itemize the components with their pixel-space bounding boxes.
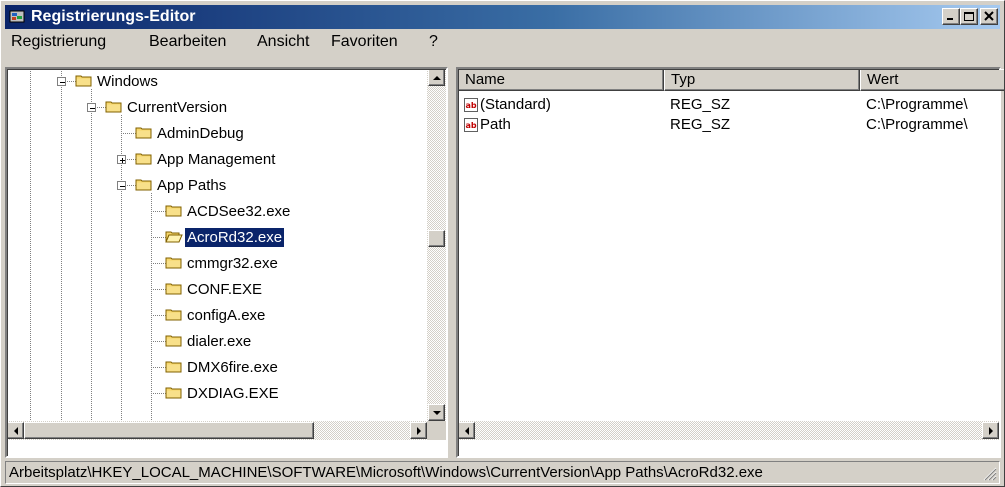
tree-vertical-scrollbar[interactable]	[427, 69, 446, 421]
string-value-icon: ab	[464, 98, 478, 112]
list-item[interactable]: ab Path REG_SZ C:\Programme\	[458, 115, 998, 135]
value-name: (Standard)	[480, 96, 551, 113]
tree-node-label: App Paths	[157, 177, 227, 194]
tree-node[interactable]: AdminDebug	[7, 121, 427, 147]
tree-node[interactable]: App Management	[7, 147, 427, 173]
tree-node[interactable]: Windows	[7, 69, 427, 95]
folder-icon	[135, 179, 152, 191]
folder-icon	[165, 205, 182, 217]
collapse-icon[interactable]	[57, 77, 66, 86]
arrow-left-icon	[465, 427, 469, 435]
tree-node-label: dialer.exe	[187, 333, 252, 350]
folder-icon	[135, 127, 152, 139]
key-tree: Windows CurrentVersion AdminDebug App Manag…	[7, 69, 427, 420]
menu-bearbeiten[interactable]: Bearbeiten	[149, 33, 226, 51]
folder-icon	[165, 361, 182, 373]
tree-node-label: CONF.EXE	[187, 281, 263, 298]
values-list-pane[interactable]: Name Typ Wert ab (Standard) REG_SZ C:\Progr…	[456, 67, 1004, 458]
arrow-down-icon	[433, 411, 441, 415]
expand-icon[interactable]	[117, 155, 126, 164]
registry-editor-window: Registrierungs-Editor Registrierung Bear…	[0, 0, 1005, 487]
tree-scroll-down-button[interactable]	[428, 404, 445, 421]
menu-help[interactable]: ?	[429, 33, 438, 51]
arrow-right-icon	[989, 427, 993, 435]
list-horizontal-scrollbar[interactable]	[458, 421, 999, 440]
folder-icon	[75, 75, 92, 87]
tree-node[interactable]: DXDIAG.EXE	[7, 381, 427, 407]
tree-scroll-up-button[interactable]	[428, 69, 445, 86]
minimize-icon	[947, 18, 953, 20]
status-bar: Arbeitsplatz\HKEY_LOCAL_MACHINE\SOFTWARE…	[5, 461, 1000, 484]
folder-icon	[135, 153, 152, 165]
maximize-button[interactable]	[960, 8, 978, 25]
tree-horizontal-scroll-thumb[interactable]	[24, 422, 314, 439]
folder-icon	[165, 387, 182, 399]
tree-scroll-left-button[interactable]	[7, 422, 24, 439]
value-type: REG_SZ	[670, 116, 731, 133]
tree-node[interactable]: CONF.EXE	[7, 277, 427, 303]
list-scroll-left-button[interactable]	[458, 422, 475, 439]
folder-icon	[165, 257, 182, 269]
tree-node[interactable]: dialer.exe	[7, 329, 427, 355]
folder-icon	[165, 309, 182, 321]
key-tree-pane[interactable]: Windows CurrentVersion AdminDebug App Manag…	[5, 67, 448, 458]
value-type: REG_SZ	[670, 96, 731, 113]
svg-text:ab: ab	[465, 121, 476, 130]
svg-text:ab: ab	[465, 101, 476, 110]
tree-node-label: Windows	[97, 73, 158, 90]
folder-icon	[165, 283, 182, 295]
list-item[interactable]: ab (Standard) REG_SZ C:\Programme\	[458, 95, 998, 115]
arrow-up-icon	[433, 76, 441, 80]
tree-node-label: DMX6fire.exe	[187, 359, 278, 376]
arrow-left-icon	[14, 427, 18, 435]
tree-node-label: ACDSee32.exe	[187, 203, 291, 220]
column-header-name[interactable]: Name	[458, 69, 664, 91]
tree-node[interactable]: DMX6fire.exe	[7, 355, 427, 381]
window-title: Registrierungs-Editor	[31, 8, 196, 25]
value-name: Path	[480, 116, 511, 133]
tree-node[interactable]: cmmgr32.exe	[7, 251, 427, 277]
tree-node[interactable]: ACDSee32.exe	[7, 199, 427, 225]
tree-vertical-scroll-thumb[interactable]	[428, 230, 445, 247]
folder-icon	[165, 335, 182, 347]
tree-node-label: configA.exe	[187, 307, 266, 324]
column-header-value[interactable]: Wert	[860, 69, 1004, 91]
menu-favoriten[interactable]: Favoriten	[331, 33, 398, 51]
minimize-button[interactable]	[942, 8, 960, 25]
close-icon	[984, 11, 994, 21]
tree-node-label: AcroRd32.exe	[183, 227, 286, 248]
column-header-type[interactable]: Typ	[664, 69, 860, 91]
tree-node-label: cmmgr32.exe	[187, 255, 278, 272]
tree-node-label: App Management	[157, 151, 276, 168]
maximize-icon	[964, 12, 974, 21]
tree-node-label: CurrentVersion	[127, 99, 228, 116]
value-data: C:\Programme\	[866, 96, 968, 113]
tree-horizontal-scrollbar[interactable]	[7, 421, 427, 440]
menu-registrierung[interactable]: Registrierung	[11, 33, 106, 51]
string-value-icon: ab	[464, 118, 478, 132]
close-button[interactable]	[980, 8, 998, 25]
tree-node[interactable]: configA.exe	[7, 303, 427, 329]
tree-scroll-right-button[interactable]	[410, 422, 427, 439]
menu-ansicht[interactable]: Ansicht	[257, 33, 309, 51]
tree-node-label: AdminDebug	[157, 125, 244, 142]
tree-scroll-corner	[427, 421, 446, 440]
menu-bar: Registrierung Bearbeiten Ansicht Favorit…	[5, 31, 1000, 53]
status-path: Arbeitsplatz\HKEY_LOCAL_MACHINE\SOFTWARE…	[9, 464, 763, 481]
value-data: C:\Programme\	[866, 116, 968, 133]
tree-node-label: DXDIAG.EXE	[187, 385, 279, 402]
size-grip-icon[interactable]	[983, 467, 997, 481]
regedit-icon	[9, 10, 25, 23]
collapse-icon[interactable]	[117, 181, 126, 190]
list-scroll-right-button[interactable]	[982, 422, 999, 439]
tree-node[interactable]: CurrentVersion	[7, 95, 427, 121]
arrow-right-icon	[417, 427, 421, 435]
tree-node[interactable]: AcroRd32.exe	[7, 225, 427, 251]
open-folder-icon	[165, 231, 183, 243]
title-bar[interactable]: Registrierungs-Editor	[5, 5, 1000, 29]
collapse-icon[interactable]	[87, 103, 96, 112]
tree-node[interactable]: App Paths	[7, 173, 427, 199]
folder-icon	[105, 101, 122, 113]
